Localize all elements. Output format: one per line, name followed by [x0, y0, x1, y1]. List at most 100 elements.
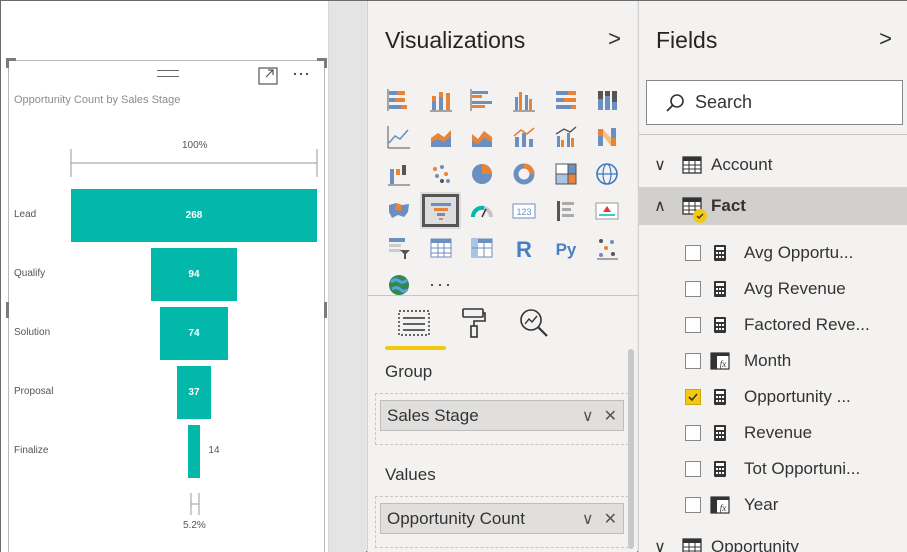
- card-icon[interactable]: 123: [503, 192, 545, 229]
- table-opportunity[interactable]: ∨ Opportunity: [639, 528, 907, 552]
- collapse-visualizations-icon[interactable]: >: [608, 26, 621, 52]
- table-icon[interactable]: [420, 229, 462, 266]
- funnel-bar[interactable]: 268: [71, 189, 317, 242]
- line-chart-icon[interactable]: [378, 118, 420, 155]
- chevron-down-icon[interactable]: ∨: [582, 509, 594, 529]
- python-visual-icon[interactable]: Py: [545, 229, 587, 266]
- visual-type-gallery: 123 R Py ···: [378, 81, 628, 303]
- filled-map-icon[interactable]: [378, 192, 420, 229]
- map-icon[interactable]: [586, 155, 628, 192]
- ribbon-chart-icon[interactable]: [586, 118, 628, 155]
- more-options-icon[interactable]: ⋯: [292, 64, 311, 85]
- table-account[interactable]: ∨ Account: [639, 146, 907, 184]
- resize-handle-tr-v[interactable]: [324, 58, 327, 68]
- collapse-chevron-icon[interactable]: ∧: [639, 196, 673, 216]
- funnel-visual[interactable]: ⋯ Opportunity Count by Sales Stage 100% …: [6, 58, 327, 552]
- resize-handle-right[interactable]: [324, 302, 327, 318]
- field-checkbox[interactable]: [685, 389, 701, 405]
- svg-text:Py: Py: [555, 240, 576, 259]
- viz-pane-scrollbar[interactable]: [628, 349, 634, 549]
- field-row[interactable]: Avg Revenue: [685, 271, 907, 307]
- values-well[interactable]: Opportunity Count ∨ ✕: [375, 496, 629, 548]
- group-well-label: Group: [385, 362, 433, 381]
- focus-mode-icon[interactable]: [258, 67, 278, 85]
- field-checkbox[interactable]: [685, 281, 701, 297]
- group-field-pill[interactable]: Sales Stage ∨ ✕: [380, 400, 624, 431]
- field-checkbox[interactable]: [685, 353, 701, 369]
- field-row[interactable]: fx Year: [685, 487, 907, 523]
- field-row[interactable]: Opportunity ...: [685, 379, 907, 415]
- r-script-visual-icon[interactable]: R: [503, 229, 545, 266]
- clustered-column-chart-icon[interactable]: [503, 81, 545, 118]
- field-name: Revenue: [744, 423, 813, 442]
- bar-value-label: 14: [208, 445, 220, 456]
- field-row[interactable]: fx Month: [685, 343, 907, 379]
- key-influencers-icon[interactable]: [586, 229, 628, 266]
- more-visuals-icon[interactable]: ···: [420, 266, 462, 303]
- drag-grip-icon[interactable]: [157, 70, 179, 79]
- values-field-pill[interactable]: Opportunity Count ∨ ✕: [380, 503, 624, 534]
- expand-chevron-icon[interactable]: ∨: [639, 537, 673, 552]
- field-row[interactable]: Revenue: [685, 415, 907, 451]
- collapse-fields-icon[interactable]: >: [879, 26, 892, 52]
- area-chart-icon[interactable]: [420, 118, 462, 155]
- arcgis-map-icon[interactable]: [378, 266, 420, 303]
- field-row[interactable]: Factored Reve...: [685, 307, 907, 343]
- kpi-icon[interactable]: [586, 192, 628, 229]
- chevron-down-icon[interactable]: ∨: [582, 406, 594, 426]
- stacked-column-chart-icon[interactable]: [420, 81, 462, 118]
- resize-handle-tl-v[interactable]: [6, 58, 9, 68]
- funnel-bar[interactable]: 94: [150, 248, 238, 301]
- table-icon: [673, 538, 711, 552]
- field-row[interactable]: Tot Opportuni...: [685, 451, 907, 487]
- calculator-icon: [710, 459, 730, 479]
- values-field-name: Opportunity Count: [387, 508, 525, 528]
- field-row[interactable]: Avg Opportu...: [685, 235, 907, 271]
- line-and-stacked-column-icon[interactable]: [503, 118, 545, 155]
- waterfall-chart-icon[interactable]: [378, 155, 420, 192]
- expand-chevron-icon[interactable]: ∨: [639, 155, 673, 175]
- slicer-icon[interactable]: [378, 229, 420, 266]
- 100-stacked-column-chart-icon[interactable]: [586, 81, 628, 118]
- 100-stacked-bar-chart-icon[interactable]: [545, 81, 587, 118]
- field-checkbox[interactable]: [685, 245, 701, 261]
- format-paint-roller-icon[interactable]: [456, 306, 492, 340]
- stacked-bar-chart-icon[interactable]: [378, 81, 420, 118]
- field-checkbox[interactable]: [685, 425, 701, 441]
- visualizations-pane: Visualizations > 123 R Py ··· Group Sale…: [367, 1, 638, 552]
- search-icon: [666, 93, 684, 112]
- remove-field-icon[interactable]: ✕: [604, 509, 617, 529]
- field-checkbox[interactable]: [685, 317, 701, 333]
- fields-tab-icon[interactable]: [396, 306, 432, 340]
- resize-handle-left[interactable]: [6, 302, 9, 318]
- fields-search-box[interactable]: Search: [646, 80, 903, 125]
- group-well[interactable]: Sales Stage ∨ ✕: [375, 393, 629, 445]
- table-name: Opportunity: [711, 537, 799, 552]
- viz-divider: [368, 295, 638, 296]
- analytics-magnifier-icon[interactable]: [516, 306, 552, 340]
- field-checkbox[interactable]: [685, 461, 701, 477]
- funnel-chart-icon[interactable]: [419, 192, 462, 229]
- funnel-bar[interactable]: 37: [177, 366, 211, 419]
- calculator-icon: [710, 423, 730, 443]
- visualizations-title: Visualizations: [385, 27, 526, 53]
- funnel-bar[interactable]: 74: [160, 307, 228, 360]
- remove-field-icon[interactable]: ✕: [604, 406, 617, 426]
- multi-row-card-icon[interactable]: [545, 192, 587, 229]
- pie-chart-icon[interactable]: [461, 155, 503, 192]
- field-checkbox[interactable]: [685, 497, 701, 513]
- table-fact[interactable]: ∧ Fact: [639, 187, 907, 225]
- calculator-icon: [710, 387, 730, 407]
- matrix-icon[interactable]: [461, 229, 503, 266]
- stacked-area-chart-icon[interactable]: [461, 118, 503, 155]
- treemap-icon[interactable]: [545, 155, 587, 192]
- line-and-clustered-column-icon[interactable]: [545, 118, 587, 155]
- active-tab-indicator: [385, 346, 446, 350]
- clustered-bar-chart-icon[interactable]: [461, 81, 503, 118]
- gauge-icon[interactable]: [461, 192, 503, 229]
- field-name: Year: [744, 495, 779, 514]
- scatter-chart-icon[interactable]: [420, 155, 462, 192]
- funnel-bar[interactable]: [187, 425, 201, 478]
- donut-chart-icon[interactable]: [503, 155, 545, 192]
- values-well-label: Values: [385, 465, 436, 484]
